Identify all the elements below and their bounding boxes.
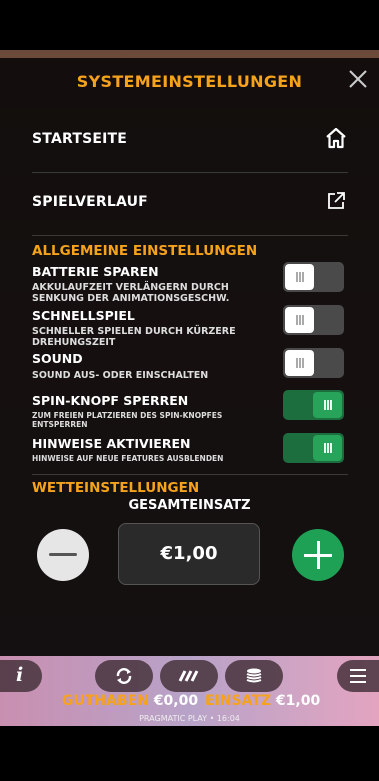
close-icon — [349, 70, 367, 88]
increase-bet-button[interactable] — [292, 529, 344, 581]
coins-icon — [246, 668, 262, 683]
turbo-button[interactable] — [160, 660, 218, 692]
toggle-knob — [285, 307, 314, 333]
battery-saver-title: BATTERIE SPAREN — [32, 264, 159, 279]
stake-label: EINSATZ — [205, 693, 272, 709]
footer-provider-time: PRAGMATIC PLAY • 16:04 — [139, 714, 240, 723]
spin-lock-description: ZUM FREIEN PLATZIEREN DES SPIN-KNOPFES E… — [32, 411, 223, 429]
bet-value-display: €1,00 — [118, 523, 260, 585]
hints-title: HINWEISE AKTIVIEREN — [32, 436, 191, 451]
hints-toggle[interactable] — [283, 433, 344, 463]
general-settings-heading: ALLGEMEINE EINSTELLUNGEN — [32, 243, 258, 259]
home-link-label: STARTSEITE — [32, 131, 128, 147]
balance-label: GUTHABEN — [62, 693, 149, 709]
sound-description: SOUND AUS- ODER EINSCHALTEN — [32, 370, 209, 381]
battery-saver-toggle[interactable] — [283, 262, 344, 292]
divider — [32, 172, 348, 173]
minus-icon — [49, 553, 77, 556]
close-button[interactable] — [345, 66, 371, 92]
history-link[interactable]: SPIELVERLAUF — [32, 177, 348, 227]
total-bet-label: GESAMTEINSATZ — [128, 498, 251, 513]
balance: GUTHABEN €0,00 — [62, 693, 198, 709]
battery-saver-description: AKKULAUFZEIT VERLÄNGERN DURCH SENKUNG DE… — [32, 282, 230, 304]
bet-coins-button[interactable] — [225, 660, 283, 692]
stake-value: €1,00 — [275, 693, 321, 709]
autoplay-button[interactable] — [95, 660, 153, 692]
toggle-knob — [313, 435, 342, 461]
home-icon — [326, 127, 346, 149]
external-link-icon — [328, 192, 345, 209]
hints-description: HINWEISE AUF NEUE FEATURES AUSBLENDEN — [32, 454, 224, 463]
spin-lock-toggle[interactable] — [283, 390, 344, 420]
settings-title: SYSTEMEINSTELLUNGEN — [76, 72, 303, 91]
turbo-icon — [178, 670, 199, 682]
spin-lock-title: SPIN-KNOPF SPERREN — [32, 393, 189, 408]
quick-spin-description: SCHNELLER SPIELEN DURCH KÜRZERE DREHUNGS… — [32, 326, 236, 348]
home-link[interactable]: STARTSEITE — [32, 114, 348, 164]
history-link-label: SPIELVERLAUF — [32, 194, 148, 210]
balance-value: €0,00 — [153, 693, 199, 709]
info-icon: i — [16, 664, 24, 686]
divider — [32, 235, 348, 236]
quick-spin-toggle[interactable] — [283, 305, 344, 335]
toggle-knob — [313, 392, 342, 418]
quick-spin-title: SCHNELLSPIEL — [32, 308, 135, 323]
decrease-bet-button[interactable] — [37, 529, 89, 581]
sound-title: SOUND — [32, 351, 83, 366]
toggle-knob — [285, 264, 314, 290]
autoplay-icon — [116, 668, 132, 684]
menu-button[interactable] — [337, 660, 379, 692]
toggle-knob — [285, 350, 314, 376]
stake: EINSATZ €1,00 — [205, 693, 320, 709]
divider — [32, 474, 348, 475]
info-button[interactable]: i — [0, 660, 42, 692]
sound-toggle[interactable] — [283, 348, 344, 378]
bet-settings-heading: WETTEINSTELLUNGEN — [32, 480, 200, 496]
